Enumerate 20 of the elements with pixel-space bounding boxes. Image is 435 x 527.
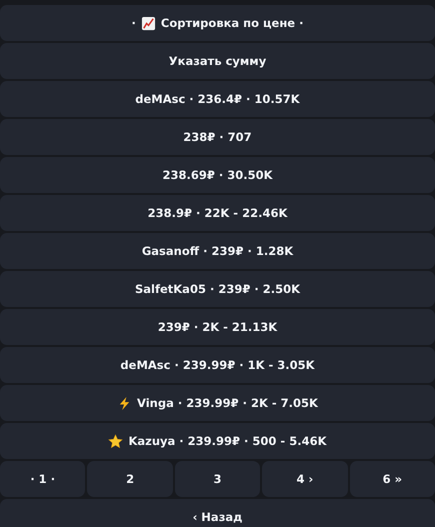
chart-icon xyxy=(140,16,156,30)
keyboard-button[interactable]: Vinga · 239.99₽ · 2K - 7.05K xyxy=(0,385,435,421)
keyboard-button[interactable]: Gasanoff · 239₽ · 1.28K xyxy=(0,233,435,269)
keyboard-button[interactable]: SalfetKa05 · 239₽ · 2.50K xyxy=(0,271,435,307)
keyboard-button[interactable]: deMAsc · 239.99₽ · 1K - 3.05K xyxy=(0,347,435,383)
star-icon xyxy=(108,434,124,448)
keyboard-button[interactable]: 239₽ · 2K - 21.13K xyxy=(0,309,435,345)
page-button[interactable]: 2 xyxy=(87,461,173,497)
page-button[interactable]: 6 » xyxy=(350,461,435,497)
page-button[interactable]: · 1 · xyxy=(0,461,86,497)
keyboard-button[interactable]: · Сортировка по цене · xyxy=(0,5,435,41)
keyboard-button[interactable]: 238₽ · 707 xyxy=(0,119,435,155)
keyboard-button[interactable]: deMAsc · 236.4₽ · 10.57K xyxy=(0,81,435,117)
keyboard-button[interactable]: 238.9₽ · 22K - 22.46K xyxy=(0,195,435,231)
keyboard-button[interactable]: 238.69₽ · 30.50K xyxy=(0,157,435,193)
back-button[interactable]: ‹ Назад xyxy=(0,499,435,527)
page-button[interactable]: 4 › xyxy=(262,461,348,497)
page-button[interactable]: 3 xyxy=(174,461,260,497)
keyboard-button[interactable]: Kazuya · 239.99₽ · 500 - 5.46K xyxy=(0,423,435,459)
keyboard-button[interactable]: Указать сумму xyxy=(0,43,435,79)
